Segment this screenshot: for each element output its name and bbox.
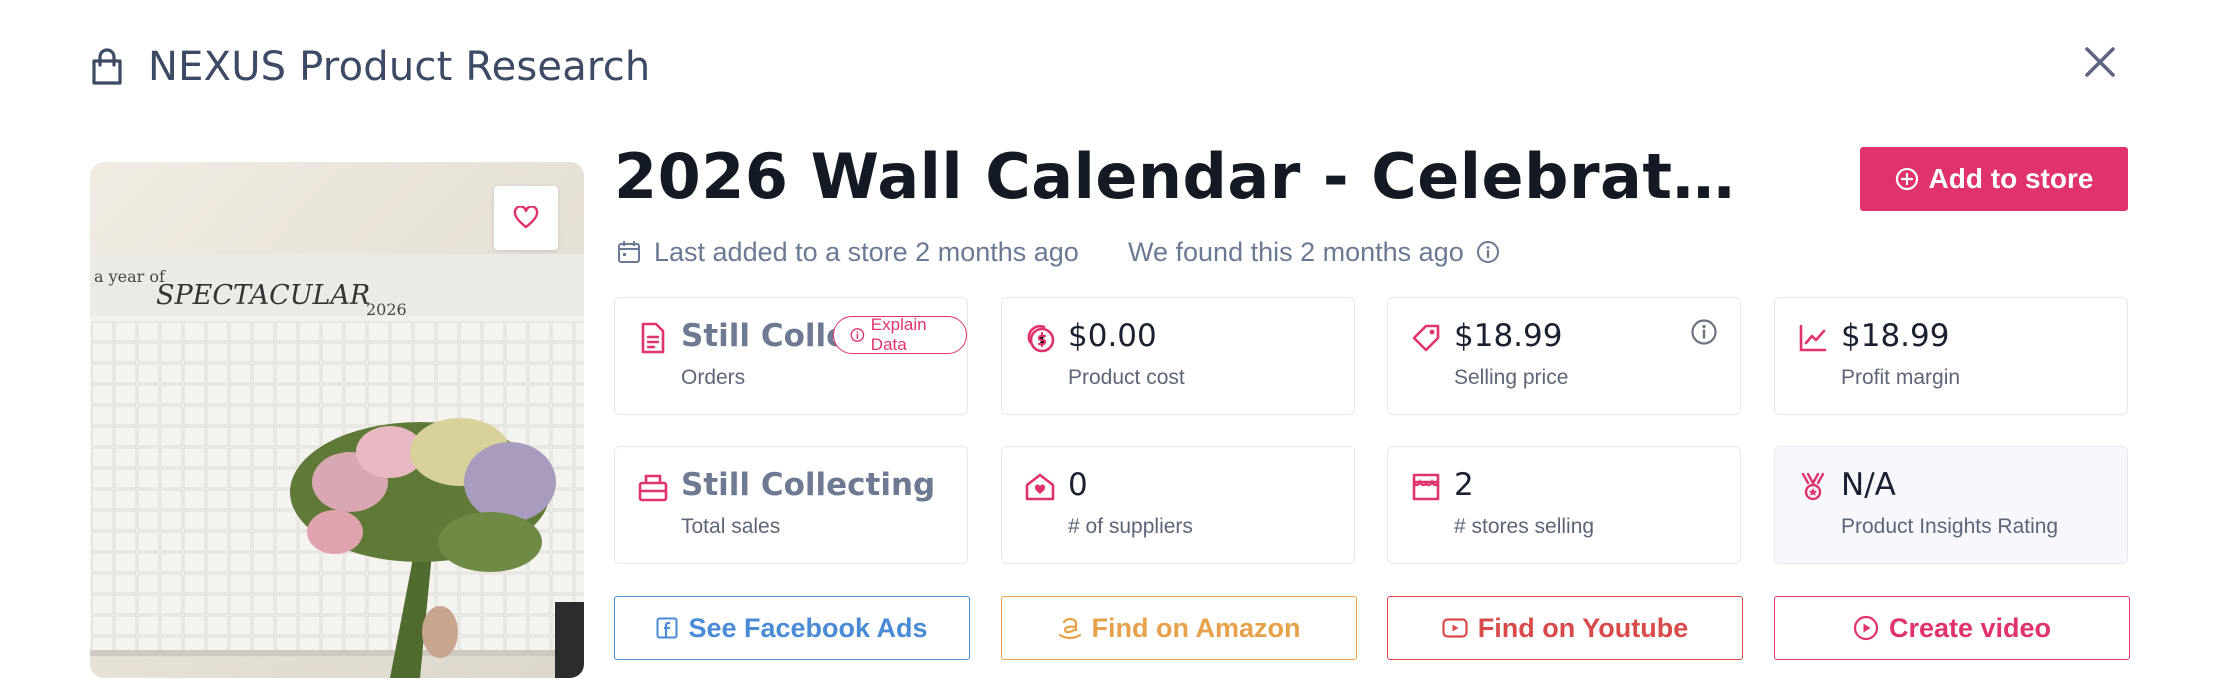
heart-icon <box>513 206 539 229</box>
shopping-bag-icon <box>90 47 126 87</box>
award-icon <box>1797 471 1829 503</box>
favorite-button[interactable] <box>494 186 558 250</box>
stat-card-product-cost: $0.00 Product cost <box>1001 297 1355 415</box>
amazon-label: Find on Amazon <box>1091 612 1301 643</box>
calendar-icon <box>618 241 640 263</box>
found-meta: We found this 2 months ago <box>1128 234 1500 270</box>
product-cost-value: $0.00 <box>1068 318 1157 354</box>
info-icon <box>850 328 865 342</box>
suppliers-label: # of suppliers <box>1068 515 1193 538</box>
last-added-text: Last added to a store 2 months ago <box>654 236 1079 267</box>
orders-label: Orders <box>681 366 746 389</box>
register-icon <box>637 471 669 503</box>
add-to-store-button[interactable]: Add to store <box>1860 147 2128 211</box>
close-button[interactable] <box>2080 42 2120 82</box>
coins-icon <box>1024 322 1056 354</box>
product-image: a year of SPECTACULAR 2026 <box>90 162 584 678</box>
profit-margin-value: $18.99 <box>1841 318 1950 354</box>
total-sales-value: Still Collecting <box>681 467 936 503</box>
facebook-icon <box>656 617 678 639</box>
stat-card-total-sales: Still Collecting Total sales <box>614 446 968 564</box>
info-icon[interactable] <box>1690 318 1718 346</box>
plus-circle-icon <box>1895 167 1918 191</box>
total-sales-label: Total sales <box>681 515 781 538</box>
document-icon <box>637 322 669 354</box>
insights-rating-label: Product Insights Rating <box>1841 515 2059 538</box>
info-icon[interactable] <box>1476 240 1500 264</box>
create-video-button[interactable]: Create video <box>1774 596 2130 660</box>
calendar-year: 2026 <box>366 300 407 319</box>
suppliers-value: 0 <box>1068 467 1088 503</box>
product-cost-label: Product cost <box>1068 366 1185 389</box>
modal-header: NEXUS Product Research <box>90 40 650 94</box>
selling-price-value: $18.99 <box>1454 318 1563 354</box>
explain-data-label: Explain Data <box>870 315 927 354</box>
storefront-icon <box>1410 471 1442 503</box>
calendar-heading: SPECTACULAR <box>156 280 371 311</box>
stat-card-suppliers: 0 # of suppliers <box>1001 446 1355 564</box>
find-on-youtube-button[interactable]: Find on Youtube <box>1387 596 1743 660</box>
see-facebook-ads-button[interactable]: See Facebook Ads <box>614 596 970 660</box>
stat-card-insights-rating: N/A Product Insights Rating <box>1774 446 2128 564</box>
close-icon <box>2085 47 2115 77</box>
stat-card-profit-margin: $18.99 Profit margin <box>1774 297 2128 415</box>
explain-data-button[interactable]: Explain Data <box>833 315 967 354</box>
stores-selling-label: # stores selling <box>1454 515 1595 538</box>
trend-chart-icon <box>1797 322 1829 354</box>
youtube-label: Find on Youtube <box>1477 612 1689 643</box>
insights-rating-value: N/A <box>1841 467 1896 503</box>
add-to-store-label: Add to store <box>1928 163 2094 194</box>
selling-price-label: Selling price <box>1454 366 1569 389</box>
amazon-icon <box>1058 617 1081 640</box>
last-added-meta: Last added to a store 2 months ago <box>616 234 1079 270</box>
house-heart-icon <box>1024 471 1056 503</box>
found-text: We found this 2 months ago <box>1128 236 1464 267</box>
youtube-icon <box>1442 618 1468 638</box>
stat-card-selling-price: $18.99 Selling price <box>1387 297 1741 415</box>
modal-title: NEXUS Product Research <box>148 44 651 90</box>
calendar-subtitle: a year of <box>94 267 165 286</box>
tag-icon <box>1410 322 1442 354</box>
create-video-label: Create video <box>1888 612 2052 643</box>
facebook-ads-label: See Facebook Ads <box>688 612 928 643</box>
stat-card-stores-selling: 2 # stores selling <box>1387 446 1741 564</box>
stores-selling-value: 2 <box>1454 467 1474 503</box>
product-title: 2026 Wall Calendar - Celebrate Every Day… <box>614 140 1774 213</box>
play-circle-icon <box>1853 615 1879 641</box>
stat-card-orders: Still Collecting Orders Explain Data <box>614 297 968 415</box>
profit-margin-label: Profit margin <box>1841 366 1961 389</box>
find-on-amazon-button[interactable]: Find on Amazon <box>1001 596 1357 660</box>
